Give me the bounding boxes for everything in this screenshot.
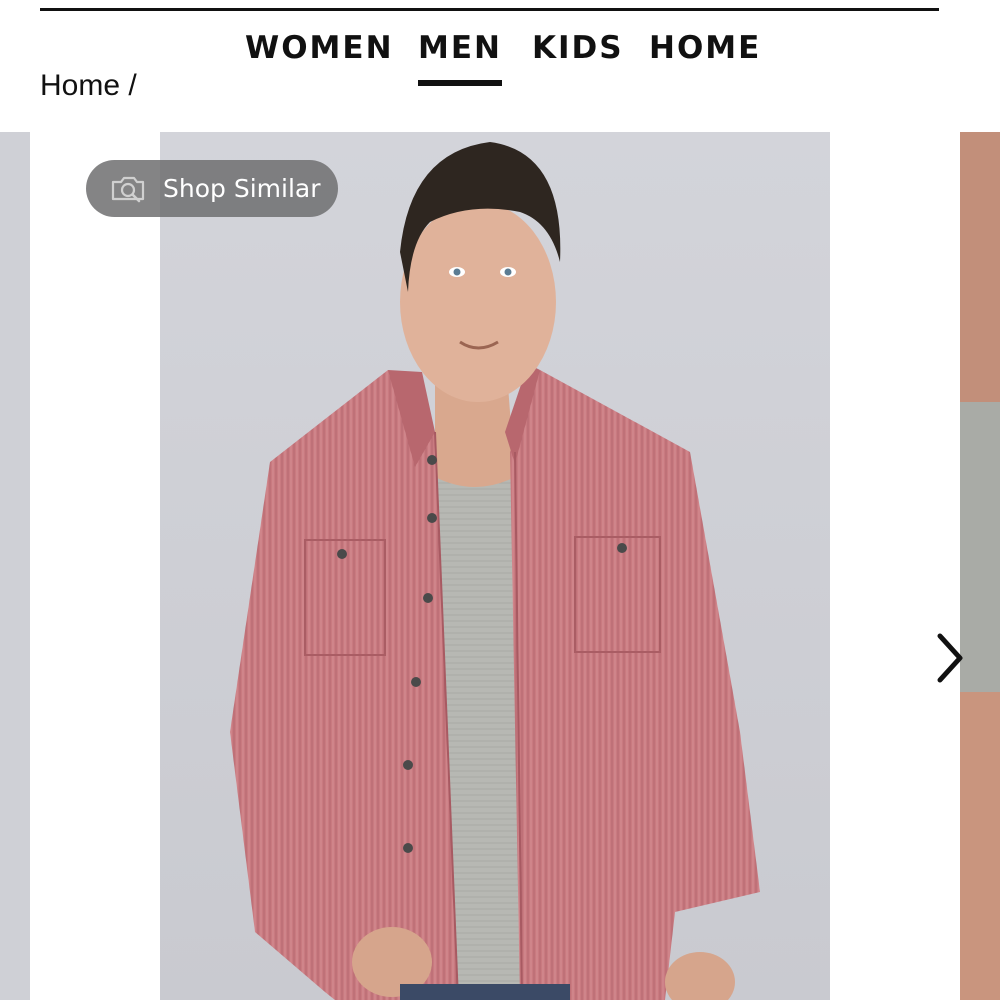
next-image-peek[interactable] [960, 132, 1000, 1000]
next-image-button[interactable] [926, 630, 976, 686]
product-image-carousel[interactable] [0, 132, 1000, 1000]
top-divider [40, 8, 939, 11]
next-photo-illustration [960, 132, 1000, 1000]
previous-image-peek[interactable] [0, 132, 30, 1000]
chevron-right-icon [937, 633, 963, 683]
product-image[interactable] [160, 132, 830, 1000]
carousel-gap [30, 132, 160, 1000]
shop-similar-label: Shop Similar [163, 174, 321, 203]
breadcrumb: Home / [40, 70, 340, 104]
nav-item-kids[interactable]: KIDS [532, 26, 624, 70]
nav-item-home[interactable]: HOME [649, 26, 761, 70]
breadcrumb-home-link[interactable]: Home / [40, 70, 137, 104]
product-photo-illustration [160, 132, 830, 1000]
camera-search-icon [110, 174, 150, 204]
nav-item-men[interactable]: MEN [418, 26, 502, 86]
shop-similar-button[interactable]: Shop Similar [86, 160, 338, 217]
nav-item-women[interactable]: WOMEN [245, 26, 394, 70]
